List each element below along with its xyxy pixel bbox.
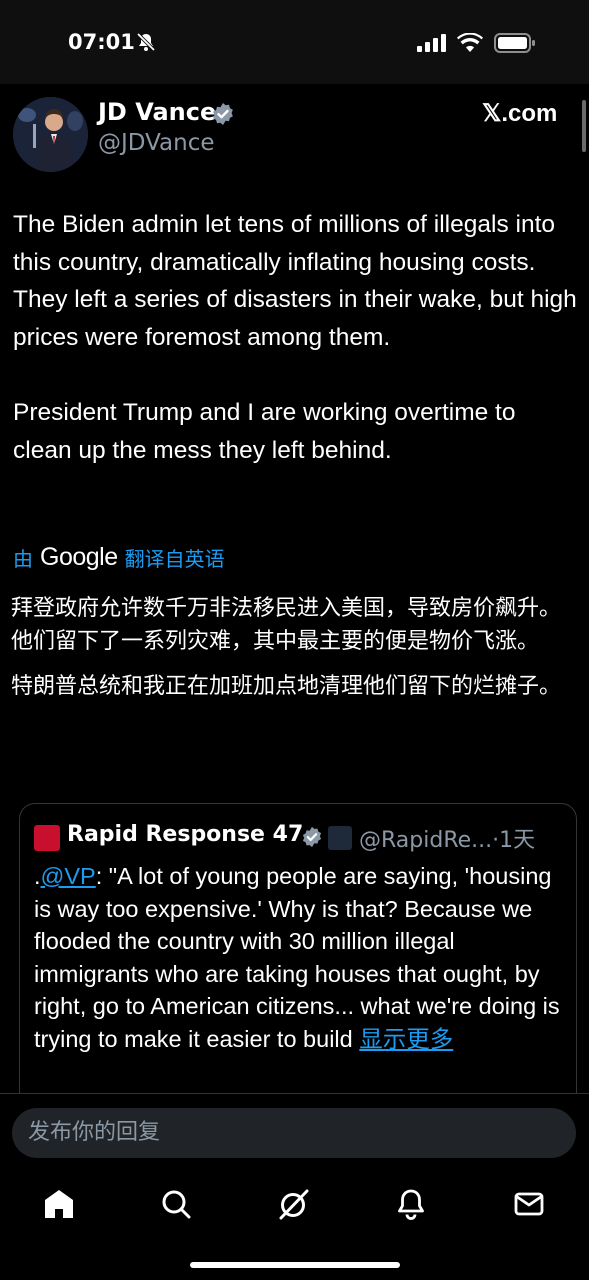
translated-paragraph-1: 拜登政府允许数千万非法移民进入美国，导致房价飙升。他们留下了一系列灾难，其中最主…: [11, 596, 562, 654]
post-paragraph-2: President Trump and I are working overti…: [13, 398, 516, 464]
author-name[interactable]: JD Vance: [98, 98, 216, 126]
post-header: JD Vance @JDVance 𝕏.com: [0, 84, 589, 184]
post-paragraph-1: The Biden admin let tens of millions of …: [13, 211, 577, 351]
status-bar: 07:01: [0, 0, 589, 84]
google-logo: Google: [40, 542, 118, 571]
translation-prefix: 由: [13, 546, 33, 571]
translation-attribution[interactable]: 由 Google 翻译自英语: [13, 540, 225, 574]
cellular-signal-icon: [417, 34, 446, 52]
translated-paragraph-2: 特朗普总统和我正在加班加点地清理他们留下的烂摊子。: [11, 674, 562, 699]
messages-icon[interactable]: [512, 1187, 546, 1221]
reply-bar: 发布你的回复: [0, 1093, 589, 1174]
x-com-link[interactable]: 𝕏.com: [482, 99, 557, 128]
quoted-post-text: .@VP: "A lot of young people are saying,…: [34, 860, 564, 1055]
wifi-icon: [457, 33, 483, 52]
grok-icon[interactable]: [277, 1187, 311, 1221]
author-avatar[interactable]: [13, 97, 88, 172]
white-house-affiliate-badge-icon: [328, 826, 352, 850]
show-more-link[interactable]: 显示更多: [359, 1026, 453, 1052]
translated-text: 拜登政府允许数千万非法移民进入美国，导致房价飙升。他们留下了一系列灾难，其中最主…: [11, 592, 579, 715]
rapid-response-logo: [34, 825, 60, 851]
status-time: 07:01: [68, 30, 135, 54]
home-indicator[interactable]: [190, 1262, 400, 1268]
search-icon[interactable]: [159, 1187, 193, 1221]
notifications-icon[interactable]: [394, 1187, 428, 1221]
reply-input[interactable]: 发布你的回复: [12, 1108, 576, 1158]
quoted-handle-time: @RapidRe...·1天: [359, 828, 536, 853]
mention-link[interactable]: @VP: [41, 863, 96, 889]
bell-off-icon: [136, 32, 156, 52]
translation-suffix: 翻译自英语: [124, 546, 225, 571]
battery-icon: [494, 33, 535, 53]
home-icon[interactable]: [42, 1187, 76, 1221]
verified-badge-icon: [213, 103, 233, 125]
quoted-body: : "A lot of young people are saying, 'ho…: [34, 863, 560, 1052]
scrollbar-thumb[interactable]: [582, 100, 586, 152]
post-text: The Biden admin let tens of millions of …: [13, 206, 578, 507]
quoted-verified-badge-icon: [302, 826, 322, 848]
author-handle[interactable]: @JDVance: [98, 130, 215, 156]
quoted-author-name: Rapid Response 47: [67, 822, 304, 847]
